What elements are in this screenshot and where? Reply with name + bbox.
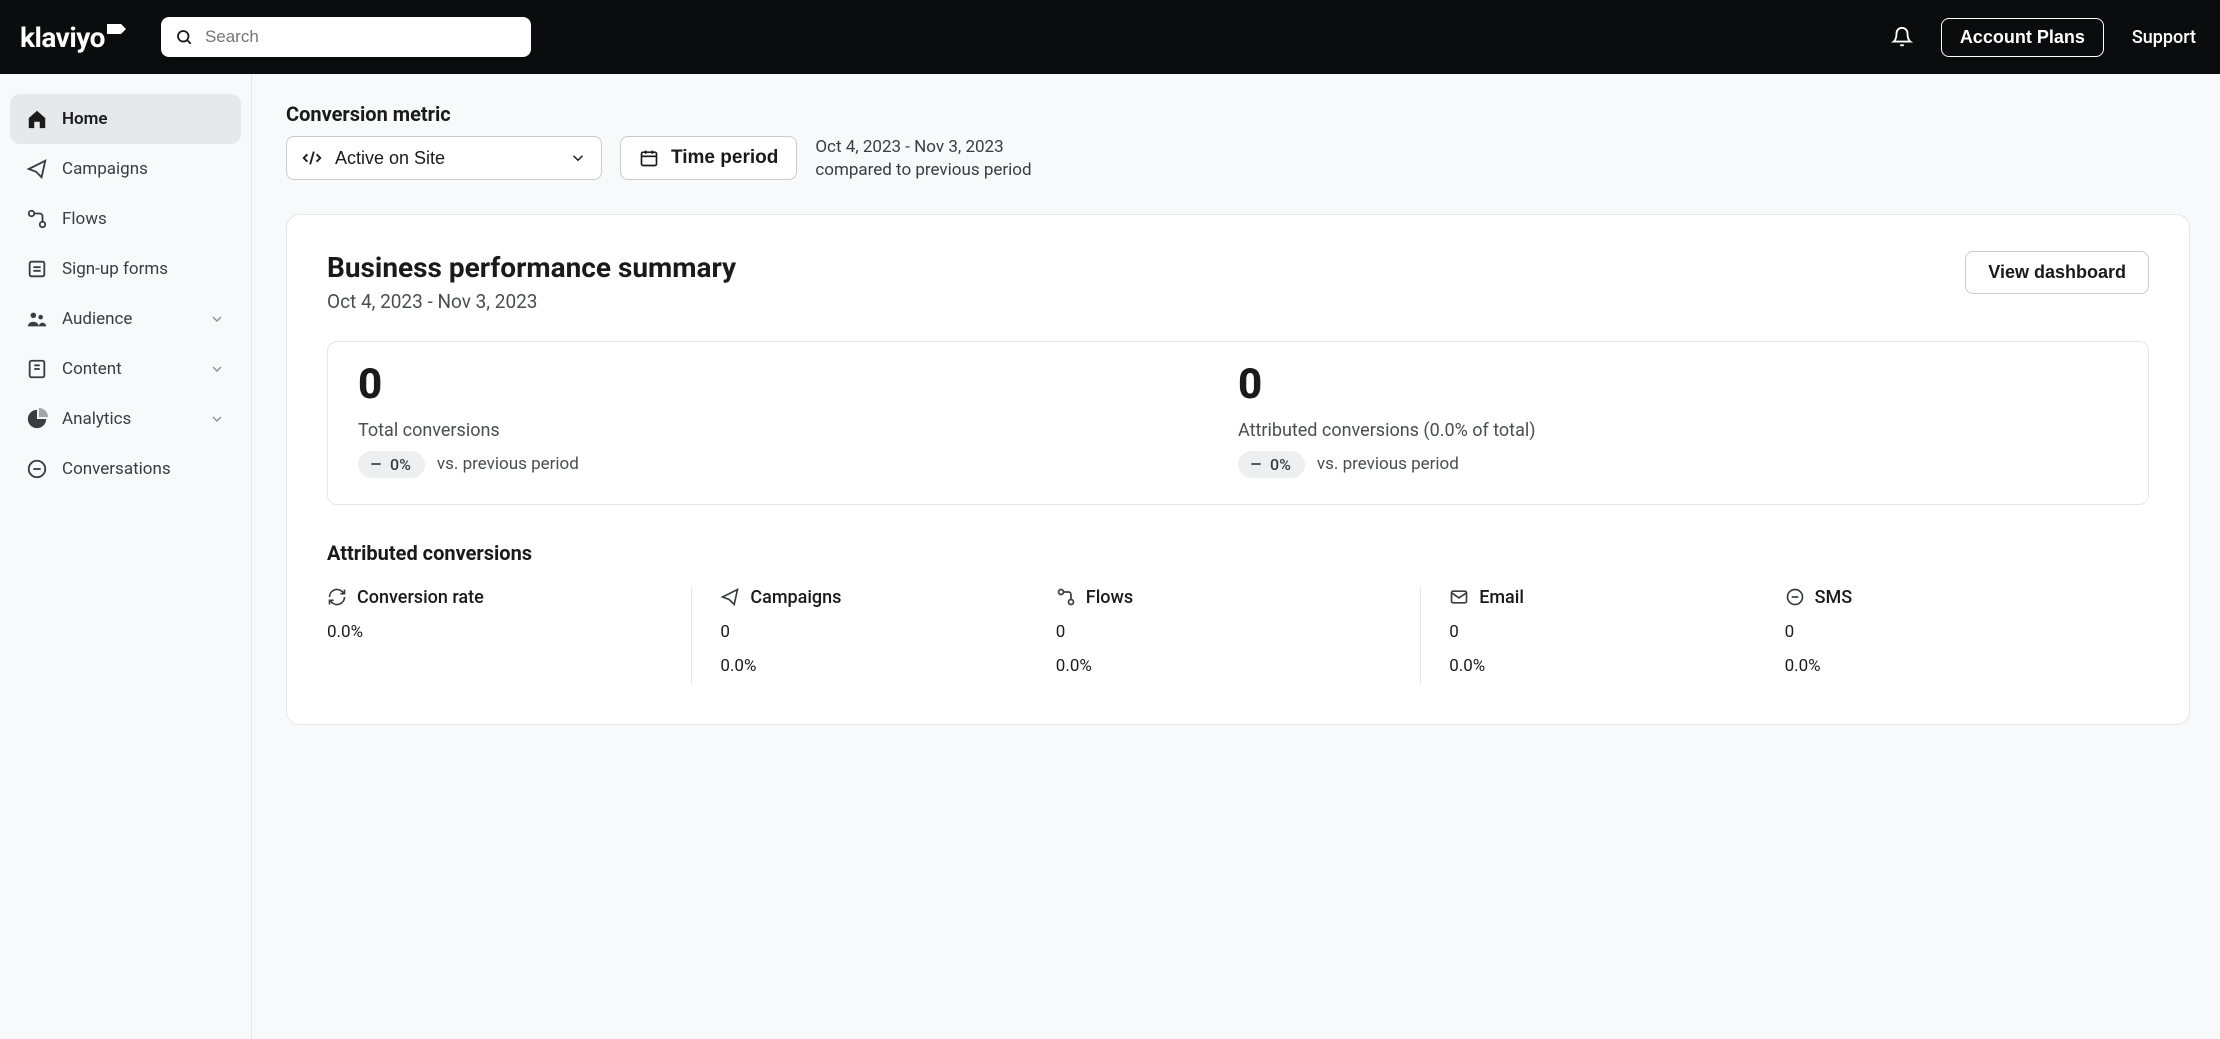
stat-label: Total conversions <box>358 420 1238 441</box>
sidebar-item-signup-forms[interactable]: Sign-up forms <box>10 244 241 294</box>
chevron-down-icon <box>209 411 225 427</box>
business-summary-card: Business performance summary Oct 4, 2023… <box>286 214 2190 725</box>
main-content: Conversion metric Active on Site Time pe… <box>252 74 2220 1039</box>
attr-value-2: 0.0% <box>720 656 1031 676</box>
period-compare: compared to previous period <box>815 159 1031 182</box>
sidebar-item-label: Conversations <box>62 459 171 479</box>
delta-chip: 0% <box>358 451 425 478</box>
chat-icon <box>26 458 48 480</box>
chevron-down-icon <box>569 149 587 167</box>
period-summary: Oct 4, 2023 - Nov 3, 2023 compared to pr… <box>815 136 1031 182</box>
attr-label: Email <box>1479 587 1524 608</box>
send-icon <box>720 587 740 607</box>
delta-value: 0% <box>390 455 411 474</box>
attributed-conversions-stat: 0 Attributed conversions (0.0% of total)… <box>1238 364 2118 478</box>
sidebar-item-analytics[interactable]: Analytics <box>10 394 241 444</box>
home-icon <box>26 108 48 130</box>
totals-box: 0 Total conversions 0% vs. previous peri… <box>327 341 2149 505</box>
attr-label: SMS <box>1815 587 1853 608</box>
account-plans-button[interactable]: Account Plans <box>1941 18 2104 57</box>
stat-value: 0 <box>1238 364 2118 406</box>
search-icon <box>175 28 193 46</box>
logo-flag-icon <box>107 24 121 34</box>
analytics-icon <box>26 408 48 430</box>
attr-col-campaigns: Campaigns 0 0.0% <box>691 587 1055 684</box>
attr-col-conversion-rate: Conversion rate 0.0% <box>327 587 691 684</box>
attr-value-2: 0.0% <box>1785 656 2125 676</box>
attr-label: Campaigns <box>750 587 841 608</box>
refresh-icon <box>327 587 347 607</box>
stat-value: 0 <box>358 364 1238 406</box>
vs-text: vs. previous period <box>1317 454 1459 474</box>
attr-label: Conversion rate <box>357 587 484 608</box>
sidebar-item-label: Content <box>62 359 122 379</box>
sidebar-item-content[interactable]: Content <box>10 344 241 394</box>
sidebar-item-label: Sign-up forms <box>62 259 168 279</box>
sidebar: Home Campaigns Flows Sign-up forms Audie… <box>0 74 252 1039</box>
dash-icon <box>368 456 384 472</box>
attr-value-1: 0.0% <box>327 622 667 642</box>
attr-value-2: 0.0% <box>1056 656 1396 676</box>
search-wrap <box>161 17 531 57</box>
time-period-label: Time period <box>671 147 778 169</box>
content-icon <box>26 358 48 380</box>
delta-chip: 0% <box>1238 451 1305 478</box>
form-icon <box>26 258 48 280</box>
sidebar-item-audience[interactable]: Audience <box>10 294 241 344</box>
sidebar-item-label: Audience <box>62 309 132 329</box>
search-input[interactable] <box>161 17 531 57</box>
sidebar-item-conversations[interactable]: Conversations <box>10 444 241 494</box>
send-icon <box>26 158 48 180</box>
notifications-icon[interactable] <box>1891 26 1913 48</box>
summary-title: Business performance summary <box>327 251 736 284</box>
sidebar-item-flows[interactable]: Flows <box>10 194 241 244</box>
sidebar-item-label: Campaigns <box>62 159 148 179</box>
sidebar-item-home[interactable]: Home <box>10 94 241 144</box>
audience-icon <box>26 308 48 330</box>
conversion-metric-dropdown[interactable]: Active on Site <box>286 136 602 180</box>
sidebar-item-label: Flows <box>62 209 107 229</box>
chevron-down-icon <box>209 311 225 327</box>
summary-subtitle: Oct 4, 2023 - Nov 3, 2023 <box>327 290 736 313</box>
attributed-columns: Conversion rate 0.0% Campaigns 0 0.0% Fl <box>327 587 2149 684</box>
conversion-metric-value: Active on Site <box>335 148 557 169</box>
chat-icon <box>1785 587 1805 607</box>
top-bar: klaviyo Account Plans Support <box>0 0 2220 74</box>
logo-text: klaviyo <box>20 21 105 54</box>
attr-col-flows: Flows 0 0.0% <box>1056 587 1420 684</box>
attr-value-2: 0.0% <box>1449 656 1760 676</box>
view-dashboard-button[interactable]: View dashboard <box>1965 251 2149 294</box>
chevron-down-icon <box>209 361 225 377</box>
calendar-icon <box>639 148 659 168</box>
conversion-metric-label: Conversion metric <box>286 102 2190 126</box>
attr-value-1: 0 <box>720 622 1031 642</box>
attr-value-1: 0 <box>1449 622 1760 642</box>
total-conversions-stat: 0 Total conversions 0% vs. previous peri… <box>358 364 1238 478</box>
stat-label: Attributed conversions (0.0% of total) <box>1238 420 2118 441</box>
vs-text: vs. previous period <box>437 454 579 474</box>
flows-icon <box>26 208 48 230</box>
flows-icon <box>1056 587 1076 607</box>
attr-col-sms: SMS 0 0.0% <box>1785 587 2149 684</box>
attributed-heading: Attributed conversions <box>327 541 2149 565</box>
attr-col-email: Email 0 0.0% <box>1420 587 1784 684</box>
attr-value-1: 0 <box>1056 622 1396 642</box>
support-link[interactable]: Support <box>2132 27 2196 48</box>
sidebar-item-label: Analytics <box>62 409 131 429</box>
top-right: Account Plans Support <box>1891 18 2196 57</box>
email-icon <box>1449 587 1469 607</box>
logo[interactable]: klaviyo <box>20 21 121 54</box>
filters-row: Conversion metric Active on Site Time pe… <box>286 102 2190 182</box>
code-icon <box>301 147 323 169</box>
delta-value: 0% <box>1270 455 1291 474</box>
attr-value-1: 0 <box>1785 622 2125 642</box>
dash-icon <box>1248 456 1264 472</box>
attr-label: Flows <box>1086 587 1133 608</box>
sidebar-item-campaigns[interactable]: Campaigns <box>10 144 241 194</box>
sidebar-item-label: Home <box>62 109 108 129</box>
period-range: Oct 4, 2023 - Nov 3, 2023 <box>815 136 1031 159</box>
time-period-button[interactable]: Time period <box>620 136 797 180</box>
